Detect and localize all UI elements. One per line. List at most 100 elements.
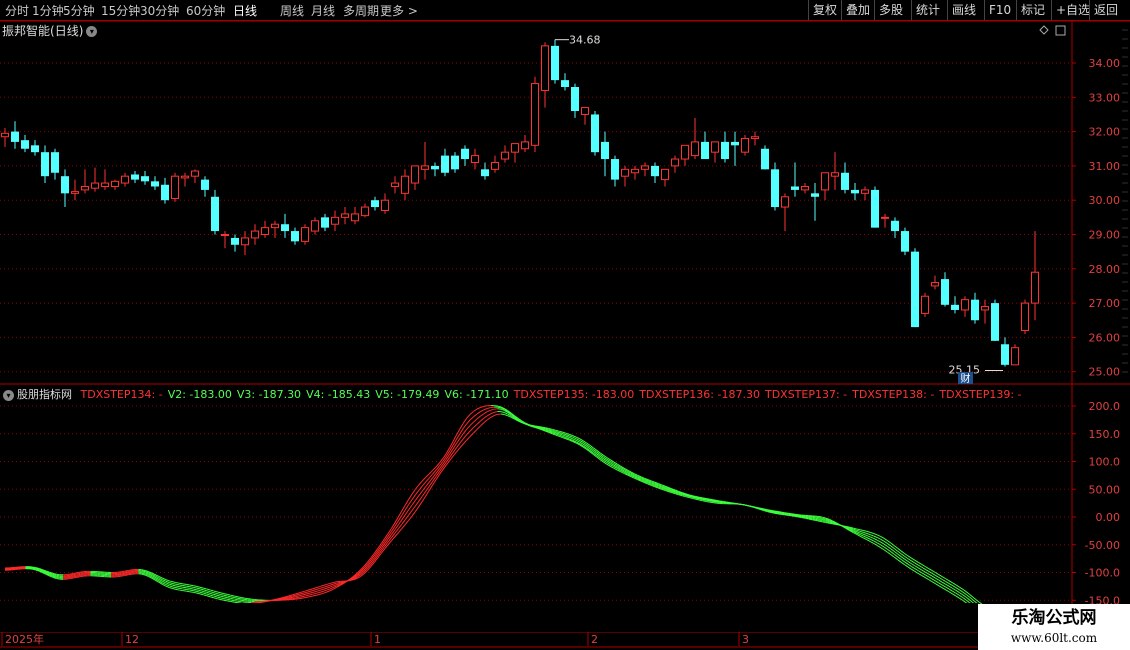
series-V3-segment [904, 555, 909, 560]
candle-body [861, 189, 869, 194]
series-V5-segment [333, 582, 337, 585]
series-V4-segment [462, 428, 468, 434]
series-V4-segment [904, 558, 909, 562]
series-V4-segment [487, 409, 491, 413]
series-V6-segment [69, 577, 74, 580]
series-V6-segment [935, 583, 939, 587]
series-V6-segment [421, 495, 427, 502]
series-V6-segment [476, 425, 481, 430]
series-V6-segment [213, 597, 218, 600]
series-V4-segment [887, 545, 892, 550]
kline-chart[interactable]: 34.0033.0032.0031.0030.0029.0028.0027.00… [0, 0, 1130, 650]
candle-body [511, 143, 519, 153]
series-V4-segment [965, 596, 970, 601]
series-V4-segment [476, 415, 481, 420]
series-V4-segment [415, 495, 420, 501]
candle-body [321, 217, 329, 228]
series-V2-segment [220, 592, 225, 595]
series-V2-segment [688, 497, 693, 499]
indicator-name: 股朋指标网 [17, 388, 72, 401]
candle-body [151, 181, 159, 187]
series-V5-segment [958, 594, 963, 598]
series-V4-segment [175, 585, 180, 588]
indicator-tick-label: 50.00 [1089, 483, 1121, 496]
series-V6-segment [535, 425, 539, 428]
legend-item-1: V2: -183.00 [167, 388, 232, 401]
candle-body [341, 213, 349, 218]
series-V4-segment [421, 486, 427, 492]
series-V4-segment [911, 563, 916, 567]
series-V5-segment [863, 535, 868, 539]
candle-body [171, 175, 179, 199]
series-V5-segment [69, 576, 74, 579]
series-V5-segment [322, 585, 327, 588]
series-V3-segment [172, 582, 177, 585]
series-V4-segment [206, 591, 211, 594]
candle-body [401, 175, 409, 194]
series-V6-segment [757, 507, 761, 509]
series-V2-segment [469, 411, 474, 415]
series-V3-segment [924, 568, 929, 572]
series-V6-segment [938, 585, 943, 589]
series-V2-segment [175, 582, 180, 584]
series-V2-segment [958, 586, 963, 590]
series-V3-segment [863, 531, 868, 534]
series-V6-segment [493, 413, 498, 416]
series-V4-segment [866, 535, 871, 538]
series-V2-segment [822, 521, 826, 524]
series-V2-segment [421, 477, 427, 482]
chevron-down-icon[interactable]: ▾ [3, 389, 14, 401]
series-V6-segment [726, 501, 731, 504]
legend-item-4: V5: -179.49 [375, 388, 440, 401]
series-V4-segment [172, 584, 177, 587]
series-V6-segment [500, 413, 505, 416]
series-V5-segment [904, 561, 909, 565]
series-V3-segment [822, 520, 826, 522]
series-V4-segment [822, 519, 826, 521]
series-V3-segment [945, 580, 950, 584]
candle-body [831, 172, 839, 177]
series-V2-segment [316, 593, 320, 596]
series-V3-segment [911, 560, 916, 564]
series-V4-segment [955, 589, 960, 593]
series-V2-segment [962, 588, 967, 592]
series-V5-segment [234, 600, 238, 602]
series-V3-segment [69, 574, 74, 576]
series-V5-segment [76, 575, 81, 577]
series-V6-segment [234, 601, 238, 604]
series-V6-segment [415, 506, 420, 512]
series-V2-segment [305, 596, 310, 598]
series-V6-segment [733, 502, 737, 505]
series-V4-segment [196, 589, 201, 592]
series-V4-segment [917, 567, 922, 571]
series-V6-segment [699, 496, 703, 499]
series-V3-segment [179, 584, 183, 587]
series-V3-segment [462, 423, 468, 429]
series-V4-segment [876, 539, 881, 543]
series-V5-segment [890, 551, 895, 555]
series-V3-segment [316, 591, 320, 594]
series-V2-segment [853, 527, 857, 530]
candle-body [451, 155, 459, 170]
series-V5-segment [948, 588, 953, 592]
series-V6-segment [397, 528, 403, 534]
series-V6-segment [955, 595, 960, 599]
price-tick-label: 31.00 [1089, 160, 1121, 173]
series-V5-segment [562, 433, 567, 436]
series-V4-segment [935, 577, 939, 581]
series-V2-segment [299, 597, 303, 600]
candle-body [851, 189, 859, 194]
candle-body [741, 137, 749, 153]
series-V2-segment [856, 528, 861, 531]
series-V2-segment [702, 500, 707, 502]
series-V3-segment [415, 489, 420, 496]
series-V4-segment [818, 518, 823, 520]
series-V4-segment [312, 590, 317, 593]
series-V6-segment [169, 587, 173, 590]
series-V5-segment [193, 590, 197, 592]
series-V6-segment [462, 439, 468, 445]
series-V2-segment [952, 582, 957, 586]
candle-body [701, 141, 709, 160]
candle-body [31, 145, 39, 153]
candle-body [121, 175, 129, 184]
